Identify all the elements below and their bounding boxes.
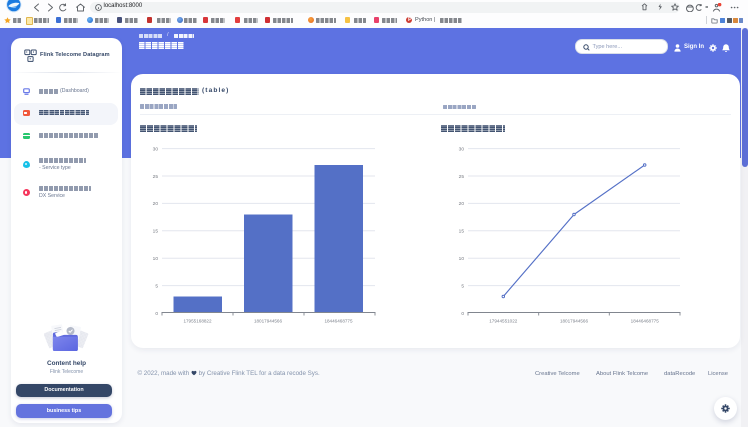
svg-text:18446468775: 18446468775 — [631, 319, 660, 324]
svg-text:30: 30 — [153, 146, 159, 152]
svg-text:5: 5 — [461, 283, 464, 289]
svg-text:17944551022: 17944551022 — [489, 319, 518, 324]
svg-text:18017944566: 18017944566 — [560, 319, 589, 324]
svg-text:20: 20 — [459, 201, 465, 207]
svg-text:25: 25 — [153, 174, 159, 180]
svg-text:15: 15 — [459, 229, 465, 235]
svg-text:30: 30 — [459, 146, 465, 152]
svg-text:15: 15 — [153, 229, 159, 235]
svg-text:20: 20 — [153, 201, 159, 207]
svg-text:17955168822: 17955168822 — [183, 319, 212, 324]
svg-text:10: 10 — [153, 256, 159, 262]
svg-text:10: 10 — [459, 256, 465, 262]
svg-text:18446468775: 18446468775 — [324, 319, 353, 324]
svg-text:18017944566: 18017944566 — [254, 319, 283, 324]
svg-text:0: 0 — [155, 311, 158, 317]
svg-text:5: 5 — [155, 283, 158, 289]
svg-text:25: 25 — [459, 174, 465, 180]
svg-text:0: 0 — [461, 311, 464, 317]
